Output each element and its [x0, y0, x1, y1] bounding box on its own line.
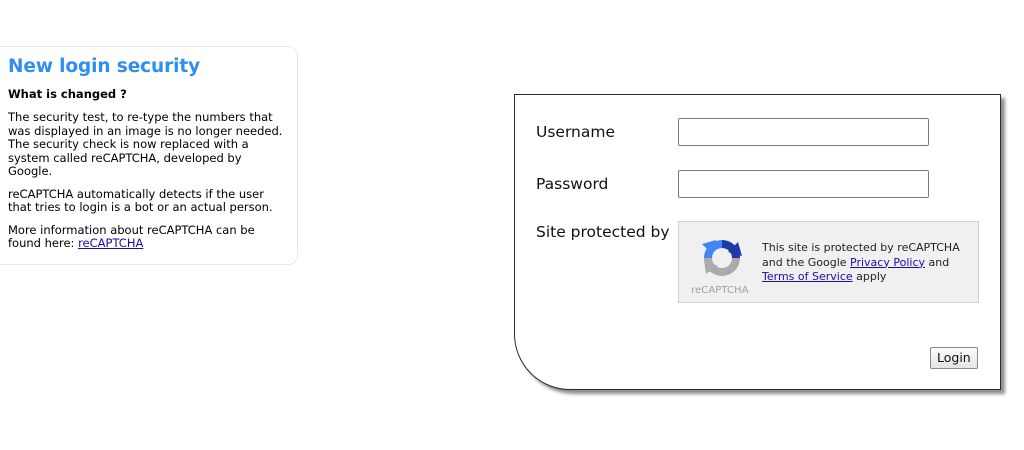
terms-of-service-link[interactable]: Terms of Service	[762, 270, 853, 283]
recaptcha-wordmark: reCAPTCHA	[691, 285, 749, 296]
info-panel: New login security What is changed ? The…	[0, 46, 298, 265]
login-form: Username Password Site protected by reCA…	[514, 94, 1001, 390]
recaptcha-logo-icon	[702, 240, 742, 276]
info-paragraph-2: reCAPTCHA automatically detects if the u…	[8, 186, 273, 214]
recaptcha-and-text: and	[925, 255, 950, 269]
password-input[interactable]	[678, 170, 929, 198]
site-protected-label: Site protected by	[536, 223, 670, 241]
info-subtitle: What is changed ?	[8, 87, 127, 101]
info-paragraph-1: The security test, to re-type the number…	[8, 110, 283, 178]
privacy-policy-link[interactable]: Privacy Policy	[850, 256, 925, 269]
recaptcha-info-link[interactable]: reCAPTCHA	[78, 236, 143, 250]
password-label: Password	[536, 175, 609, 193]
username-label: Username	[536, 123, 616, 141]
username-input[interactable]	[678, 118, 929, 146]
info-paragraph-3: More information about reCAPTCHA can be …	[8, 223, 289, 251]
recaptcha-notice: This site is protected by reCAPTCHA and …	[762, 241, 976, 285]
recaptcha-badge: reCAPTCHA This site is protected by reCA…	[678, 221, 979, 303]
recaptcha-apply-text: apply	[852, 270, 887, 283]
info-title: New login security	[8, 56, 201, 77]
login-button[interactable]: Login	[930, 347, 978, 369]
